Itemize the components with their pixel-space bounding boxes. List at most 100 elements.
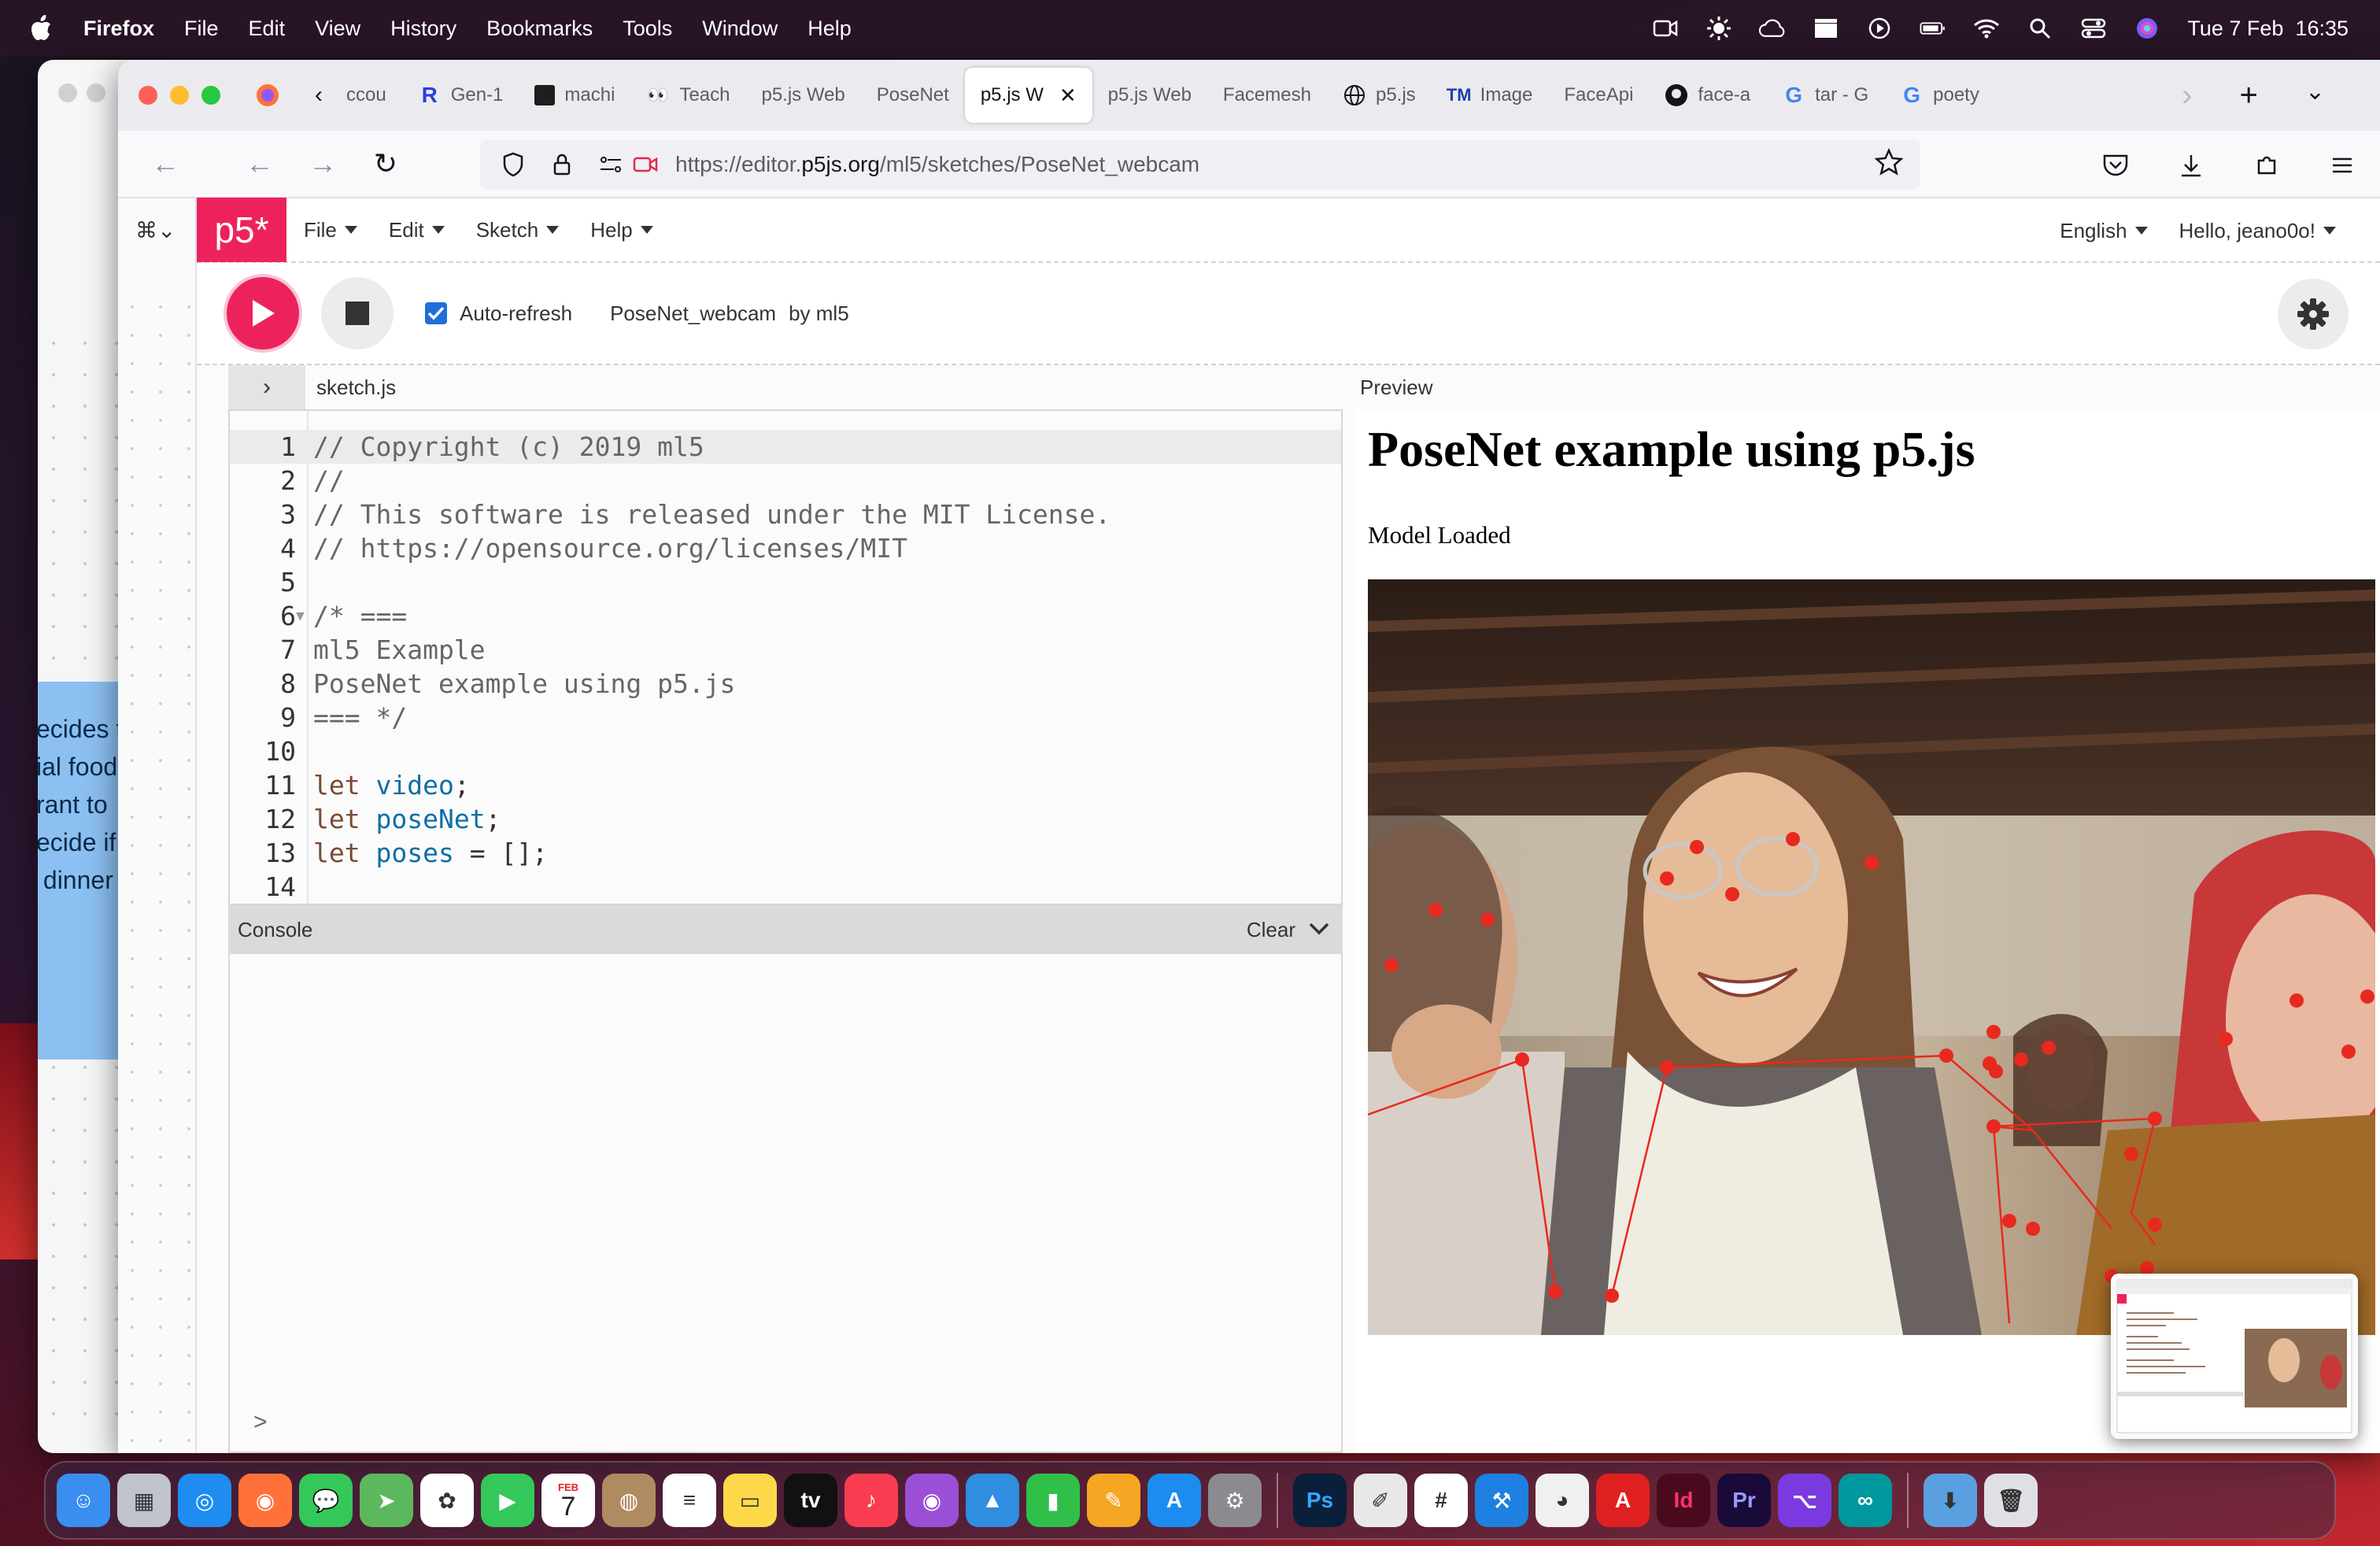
code-line[interactable]: 3 // This software is released under the … [230,497,1341,531]
tab[interactable]: ccou [331,68,402,123]
tab-scroll-left-icon[interactable]: ‹ [315,82,323,109]
back-icon[interactable]: ← [236,140,283,187]
auto-refresh-label[interactable]: Auto-refresh [460,301,572,326]
user-menu[interactable]: Hello, jeano0o! [2179,219,2336,243]
dock-calendar-icon[interactable]: FEB 7 [541,1474,595,1527]
camera-in-use-icon[interactable] [630,149,661,180]
menu-history[interactable]: History [390,17,456,41]
dock-system-settings-icon[interactable]: ⚙ [1208,1474,1262,1527]
code-line[interactable]: 11 let video; [230,768,1341,802]
dock-photoshop-icon[interactable]: Ps [1293,1474,1347,1527]
menu-tools[interactable]: Tools [623,17,672,41]
sketch-name[interactable]: PoseNet_webcam [610,301,776,326]
dock-app-store-icon[interactable]: A [1148,1474,1201,1527]
url-text[interactable]: https://editor.p5js.org/ml5/sketches/Pos… [675,152,1199,177]
dock-trash-icon[interactable]: 🗑 [1984,1474,2038,1527]
dock-firefox-icon[interactable]: ◉ [238,1474,292,1527]
console-panel[interactable]: > [228,954,1343,1453]
window-zoom-button[interactable] [201,86,220,105]
menu-app-name[interactable]: Firefox [83,17,154,41]
p5-menu-help[interactable]: Help [590,218,653,242]
siri-icon[interactable] [2134,15,2160,42]
pocket-icon[interactable] [2094,143,2138,187]
play-button[interactable] [227,277,299,350]
dock-keynote-icon[interactable]: ▲ [966,1474,1019,1527]
dock-acrobat-icon[interactable]: A [1596,1474,1650,1527]
p5-menu-edit[interactable]: Edit [389,218,445,242]
p5-menu-sketch[interactable]: Sketch [476,218,560,242]
tab-close-icon[interactable]: ✕ [1059,83,1077,108]
code-line[interactable]: 13 let poses = []; [230,836,1341,870]
control-center-icon[interactable] [2080,15,2107,42]
dock-notes-icon[interactable]: ▭ [723,1474,777,1527]
shield-icon[interactable] [497,149,529,180]
file-name[interactable]: sketch.js [316,375,396,400]
language-selector[interactable]: English [2060,219,2148,243]
screen-record-icon[interactable] [1652,15,1679,42]
dock-downloads-icon[interactable]: ⬇ [1924,1474,1977,1527]
window-minimize-inactive[interactable] [87,83,105,102]
dock-maps-icon[interactable]: ➤ [360,1474,413,1527]
console-prompt[interactable]: > [253,1409,268,1436]
clock[interactable]: Tue 7 Feb 16:35 [2187,17,2349,41]
apple-icon[interactable] [27,14,55,43]
new-tab-icon[interactable]: + [2240,78,2258,113]
window-close-button[interactable] [139,86,157,105]
brightness-icon[interactable] [1706,15,1732,42]
dock-music-icon[interactable]: ♪ [844,1474,898,1527]
dock-tv-icon[interactable]: tv [784,1474,837,1527]
fold-arrow-icon[interactable]: ▼ [296,599,305,633]
dock-arduino-icon[interactable]: ∞ [1839,1474,1892,1527]
dock-github-desktop-icon[interactable]: ⌥ [1778,1474,1831,1527]
code-line[interactable]: 4 // https://opensource.org/licenses/MIT [230,531,1341,565]
dock-photos-icon[interactable]: ✿ [420,1474,474,1527]
menu-bookmarks[interactable]: Bookmarks [486,17,593,41]
dock-safari-icon[interactable]: ◎ [178,1474,231,1527]
code-line[interactable]: 14 [230,870,1341,904]
tab[interactable]: FaceApi [1548,68,1649,123]
search-icon[interactable] [2027,15,2053,42]
code-editor[interactable]: 1 // Copyright (c) 2019 ml5 2 // 3 // This so… [228,409,1343,905]
tab-active[interactable]: p5.js W ✕ [964,68,1092,123]
window-close-inactive[interactable] [58,83,77,102]
dock-chrome-icon[interactable]: ◕ [1536,1474,1589,1527]
code-line[interactable]: 6 ▼ /* === [230,599,1341,633]
lock-icon[interactable] [546,149,578,180]
menu-view[interactable]: View [315,17,360,41]
tab[interactable]: R Gen-1 [402,68,519,123]
downloads-icon[interactable] [2169,143,2213,187]
dock-premiere-pro-icon[interactable]: Pr [1717,1474,1771,1527]
dock-script-editor-icon[interactable]: ✐ [1354,1474,1407,1527]
code-line[interactable]: 5 [230,565,1341,599]
forward-icon[interactable]: → [299,140,346,187]
dock-numbers-icon[interactable]: ▮ [1026,1474,1080,1527]
code-line[interactable]: 10 [230,734,1341,768]
code-line[interactable]: 2 // [230,464,1341,497]
firefox-view-icon[interactable] [252,80,283,111]
code-line[interactable]: 9 === */ [230,701,1341,734]
auto-refresh-checkbox[interactable] [425,302,447,324]
settings-button[interactable] [2278,279,2349,350]
expand-sidebar-button[interactable]: › [228,365,305,409]
console-clear-button[interactable]: Clear [1247,918,1295,942]
tab[interactable]: Gtar - G [1766,68,1884,123]
tab[interactable]: p5.js [1327,68,1432,123]
tab[interactable]: machi [519,68,630,123]
screenshot-thumbnail[interactable] [2111,1274,2358,1439]
hamburger-menu-icon[interactable] [2320,143,2364,187]
dock-reminders-icon[interactable]: ≡ [663,1474,716,1527]
dock-messages-icon[interactable]: 💬 [299,1474,353,1527]
reload-icon[interactable]: ↻ [362,140,409,187]
menu-window[interactable]: Window [702,17,778,41]
tab[interactable]: p5.js Web [1092,68,1207,123]
battery-icon[interactable] [1920,15,1946,42]
tab[interactable]: face-a [1649,68,1766,123]
dock-contacts-icon[interactable]: ◍ [602,1474,656,1527]
dock-xcode-icon[interactable]: ⚒ [1475,1474,1528,1527]
menu-edit[interactable]: Edit [249,17,286,41]
url-bar[interactable]: https://editor.p5js.org/ml5/sketches/Pos… [480,140,1920,189]
code-line[interactable]: 1 // Copyright (c) 2019 ml5 [230,430,1341,464]
dock-slack-icon[interactable]: # [1414,1474,1468,1527]
p5-logo[interactable]: p5* [197,198,286,262]
menu-file[interactable]: File [184,17,219,41]
